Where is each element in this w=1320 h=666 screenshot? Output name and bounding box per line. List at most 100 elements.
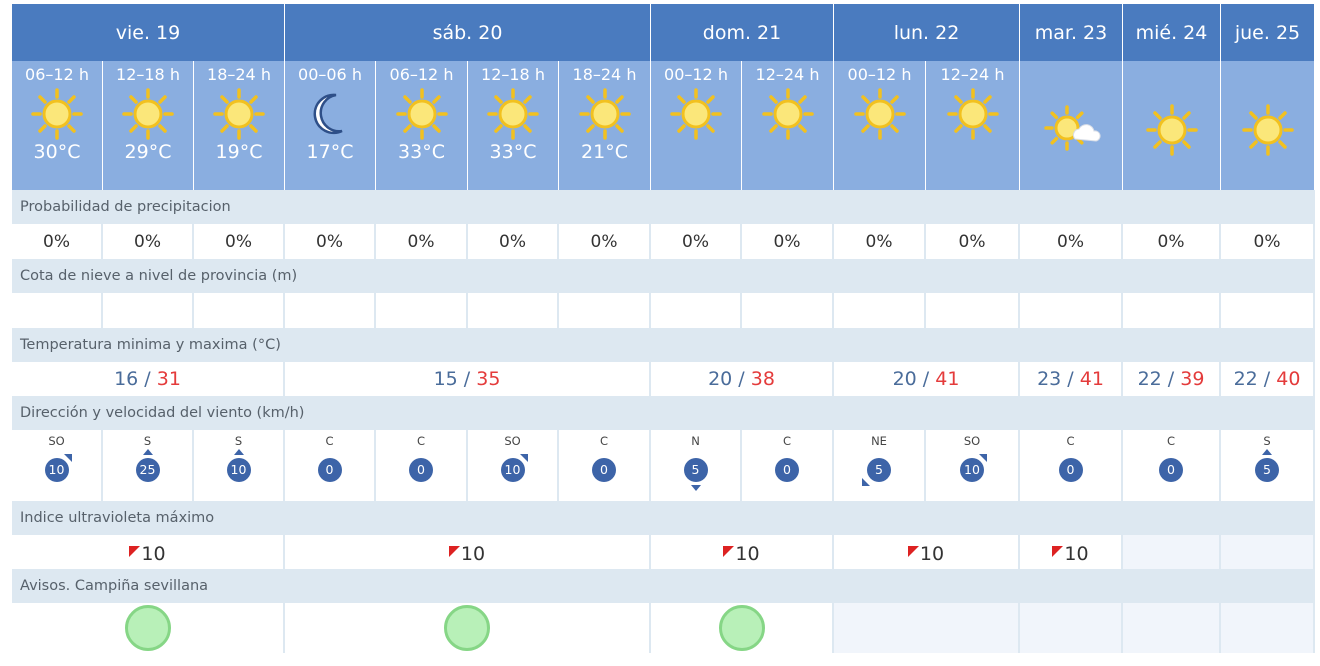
temperature-min: 15: [433, 368, 458, 390]
day-header[interactable]: mar. 23: [1020, 4, 1123, 61]
wind-speed: 10: [44, 458, 69, 482]
section-label: Temperatura minima y maxima (°C): [20, 337, 281, 353]
period-column: 12–24 h: [926, 61, 1020, 190]
day-header[interactable]: sáb. 20: [285, 4, 651, 61]
wind-direction: C: [782, 434, 792, 448]
period-time: 06–12 h: [25, 65, 89, 84]
temperature-range: 20 / 41: [834, 362, 1020, 396]
uv-cell: 10: [285, 535, 651, 569]
temperature-range: 22 / 40: [1221, 362, 1315, 396]
sun-icon: [1142, 103, 1202, 157]
temperature-min: 20: [708, 368, 733, 390]
day-label: mar. 23: [1034, 21, 1108, 44]
wind-speed: 0: [1159, 458, 1183, 482]
wind-cell: C0: [559, 430, 651, 501]
wind-speed-badge: 25: [134, 449, 162, 484]
temperature-min: 22: [1233, 368, 1258, 390]
snow-level-cell: [194, 293, 285, 328]
wind-direction: C: [416, 434, 426, 448]
period-column: [1123, 61, 1221, 190]
alert-level-green-icon[interactable]: [444, 605, 490, 651]
precipitation-value: 0%: [103, 224, 194, 259]
snow-level-cell: [742, 293, 834, 328]
wind-cell: C0: [1123, 430, 1221, 501]
precipitation-value: 0%: [834, 224, 926, 259]
section-label: Avisos. Campiña sevillana: [20, 578, 209, 594]
snow-level-cell: [376, 293, 468, 328]
temperature-separator: /: [916, 368, 936, 390]
alert-cell[interactable]: [285, 603, 651, 653]
uv-value: 10: [460, 543, 486, 565]
period-column: 18–24 h 21°C: [559, 61, 651, 190]
day-header[interactable]: jue. 25: [1221, 4, 1315, 61]
wind-speed-badge: 10: [958, 454, 987, 484]
period-temperature: 29°C: [124, 141, 172, 163]
snow-level-cell: [651, 293, 742, 328]
moon-icon: [300, 87, 360, 141]
temperature-max: 31: [156, 368, 181, 390]
precipitation-value: 0%: [1221, 224, 1315, 259]
sun-icon: [483, 87, 543, 141]
precipitation-value: 0%: [559, 224, 651, 259]
day-header[interactable]: lun. 22: [834, 4, 1020, 61]
wind-direction: SO: [48, 434, 65, 448]
period-temperature: 19°C: [215, 141, 263, 163]
temperature-min: 20: [892, 368, 917, 390]
precipitation-value: 0%: [12, 224, 103, 259]
uv-value: 10: [735, 543, 760, 565]
precipitation-value: 0%: [651, 224, 742, 259]
wind-speed: 10: [226, 458, 251, 482]
alert-cell[interactable]: [651, 603, 834, 653]
period-time: [1221, 65, 1314, 85]
wind-cell: SO 10: [12, 430, 103, 501]
wind-direction: S: [1263, 434, 1271, 448]
wind-direction: C: [599, 434, 609, 448]
uv-flag-icon: [907, 546, 919, 557]
period-time: [1123, 65, 1220, 85]
period-time: 06–12 h: [389, 65, 454, 84]
period-time: [1020, 65, 1122, 85]
day-label: lun. 22: [893, 21, 960, 44]
alert-level-green-icon[interactable]: [718, 605, 765, 651]
snow-level-cell: [1221, 293, 1315, 328]
wind-direction: N: [691, 434, 700, 448]
temperature-max: 39: [1180, 368, 1205, 390]
wind-cell: S 25: [103, 430, 194, 501]
precipitation-value: 0%: [376, 224, 468, 259]
uv-section-header: Indice ultravioleta máximo: [12, 501, 1315, 535]
wind-speed-badge: 5: [1253, 449, 1281, 484]
sun-cloud-icon: [1041, 103, 1101, 157]
day-header[interactable]: dom. 21: [651, 4, 834, 61]
day-header[interactable]: vie. 19: [12, 4, 285, 61]
wind-speed: 5: [1255, 458, 1279, 482]
wind-cell: NE 5: [834, 430, 926, 501]
wind-speed: 0: [317, 458, 342, 482]
wind-speed-badge: 0: [316, 456, 344, 484]
day-header[interactable]: mié. 24: [1123, 4, 1221, 61]
wind-speed-badge: 5: [682, 456, 710, 491]
period-temperature: 33°C: [489, 141, 537, 163]
alert-level-green-icon[interactable]: [124, 605, 171, 651]
wind-cell: S5: [1221, 430, 1315, 501]
day-label: vie. 19: [115, 21, 181, 44]
period-column: 18–24 h 19°C: [194, 61, 285, 190]
period-temperature: 33°C: [398, 141, 445, 163]
precipitation-value: 0%: [194, 224, 285, 259]
sun-icon: [850, 87, 910, 141]
day-label: dom. 21: [702, 21, 782, 44]
alert-cell[interactable]: [12, 603, 285, 653]
wind-cell: C0: [376, 430, 468, 501]
temperature-max: 41: [1079, 368, 1104, 390]
period-time: 12–24 h: [755, 65, 820, 84]
snow-level-section-header: Cota de nieve a nivel de provincia (m): [12, 259, 1315, 293]
sun-icon: [118, 87, 178, 141]
wind-speed: 0: [1058, 458, 1083, 482]
wind-cell: S 10: [194, 430, 285, 501]
wind-direction: SO: [963, 434, 981, 448]
wind-speed-badge: 5: [862, 456, 893, 486]
alerts-section-header: Avisos. Campiña sevillana: [12, 569, 1315, 603]
uv-cell: [1123, 535, 1221, 569]
period-column: 06–12 h 30°C: [12, 61, 103, 190]
precipitation-value: 0%: [1123, 224, 1221, 259]
temperature-max: 38: [750, 368, 775, 390]
